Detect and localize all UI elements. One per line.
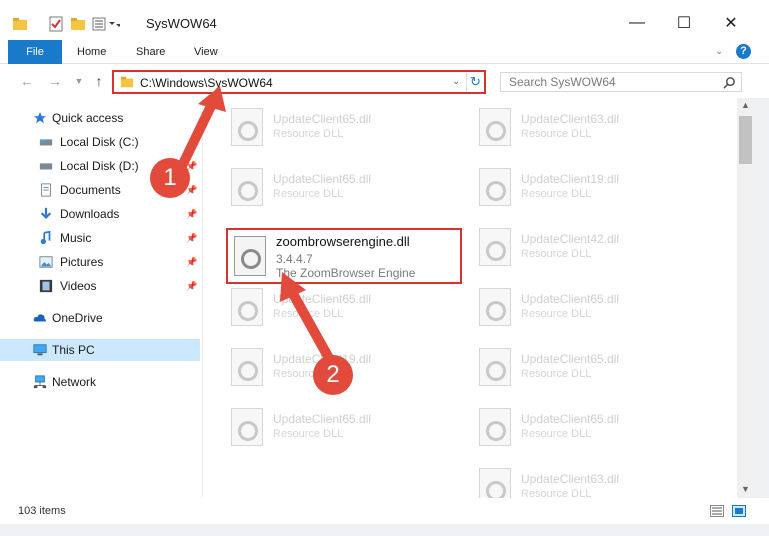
annotation-overlay	[175, 86, 335, 365]
arrow-1-shaft	[175, 99, 217, 175]
step-marker-2: 2	[313, 355, 353, 395]
arrow-2-shaft	[287, 287, 335, 365]
step-marker-1: 1	[150, 158, 190, 198]
